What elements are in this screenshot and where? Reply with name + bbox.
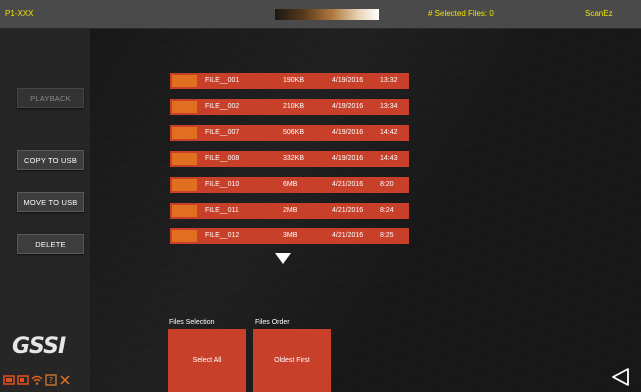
file-select-chip[interactable] [172, 179, 197, 191]
file-select-chip[interactable] [172, 101, 197, 113]
file-date: 4/21/2016 [332, 207, 364, 214]
file-row[interactable]: FILE__010 6MB 4/21/2016 8:20 [170, 177, 409, 193]
files-order-label: Files Order [255, 319, 290, 326]
tools-icon [60, 375, 70, 385]
file-time: 13:32 [380, 77, 398, 84]
status-bar: P1-XXX # Selected Files: 0 ScanEz [0, 0, 641, 29]
file-date: 4/19/2016 [332, 155, 364, 162]
gssi-logo: GSSI [12, 334, 66, 359]
file-name: FILE__012 [205, 232, 240, 239]
file-time: 14:42 [380, 129, 398, 136]
project-name: P1-XXX [5, 9, 34, 18]
file-time: 14:43 [380, 155, 398, 162]
file-size: 332KB [283, 155, 305, 162]
file-row[interactable]: FILE__002 210KB 4/19/2016 13:34 [170, 99, 409, 115]
file-date: 4/19/2016 [332, 103, 364, 110]
file-time: 13:34 [380, 103, 398, 110]
chevron-down-icon[interactable] [275, 253, 291, 264]
file-size: 506KB [283, 129, 305, 136]
file-row[interactable]: FILE__001 190KB 4/19/2016 13:32 [170, 73, 409, 89]
move-to-usb-button[interactable]: MOVE TO USB [17, 192, 84, 212]
file-date: 4/21/2016 [332, 181, 364, 188]
file-time: 8:25 [380, 232, 394, 239]
file-time: 8:20 [380, 181, 394, 188]
file-size: 6MB [283, 181, 298, 188]
file-name: FILE__001 [205, 77, 240, 84]
file-name: FILE__007 [205, 129, 240, 136]
file-select-chip[interactable] [172, 127, 197, 139]
files-selection-label: Files Selection [169, 319, 215, 326]
back-triangle-icon[interactable] [610, 366, 632, 388]
copy-to-usb-button[interactable]: COPY TO USB [17, 150, 84, 170]
file-date: 4/19/2016 [332, 129, 364, 136]
battery-icon [3, 375, 15, 385]
files-order-button[interactable]: Oldest First [253, 329, 331, 392]
files-selection-button[interactable]: Select All [168, 329, 246, 392]
file-date: 4/19/2016 [332, 77, 364, 84]
file-name: FILE__011 [205, 207, 239, 214]
delete-button[interactable]: DELETE [17, 234, 84, 254]
file-row[interactable]: FILE__011 2MB 4/21/2016 8:24 [170, 203, 409, 219]
app-name: ScanEz [585, 9, 613, 18]
file-row[interactable]: FILE__007 506KB 4/19/2016 14:42 [170, 125, 409, 141]
tool-icon-strip: ? [2, 371, 88, 389]
file-select-chip[interactable] [172, 75, 197, 87]
file-select-chip[interactable] [172, 153, 197, 165]
file-row[interactable]: FILE__012 3MB 4/21/2016 8:25 [170, 228, 409, 244]
selected-files-count: # Selected Files: 0 [428, 9, 494, 18]
file-select-chip[interactable] [172, 230, 197, 242]
color-scale-bar [275, 9, 379, 20]
file-name: FILE__002 [205, 103, 240, 110]
file-size: 190KB [283, 77, 305, 84]
wifi-icon [31, 375, 43, 385]
file-size: 2MB [283, 207, 298, 214]
file-row[interactable]: FILE__008 332KB 4/19/2016 14:43 [170, 151, 409, 167]
help-icon: ? [45, 374, 57, 386]
svg-text:?: ? [49, 376, 53, 385]
file-size: 3MB [283, 232, 298, 239]
playback-button[interactable]: PLAYBACK [17, 88, 84, 108]
file-time: 8:24 [380, 207, 394, 214]
file-name: FILE__008 [205, 155, 240, 162]
file-size: 210KB [283, 103, 305, 110]
file-name: FILE__010 [205, 181, 240, 188]
storage-icon [17, 375, 29, 385]
file-select-chip[interactable] [172, 205, 197, 217]
file-date: 4/21/2016 [332, 232, 364, 239]
